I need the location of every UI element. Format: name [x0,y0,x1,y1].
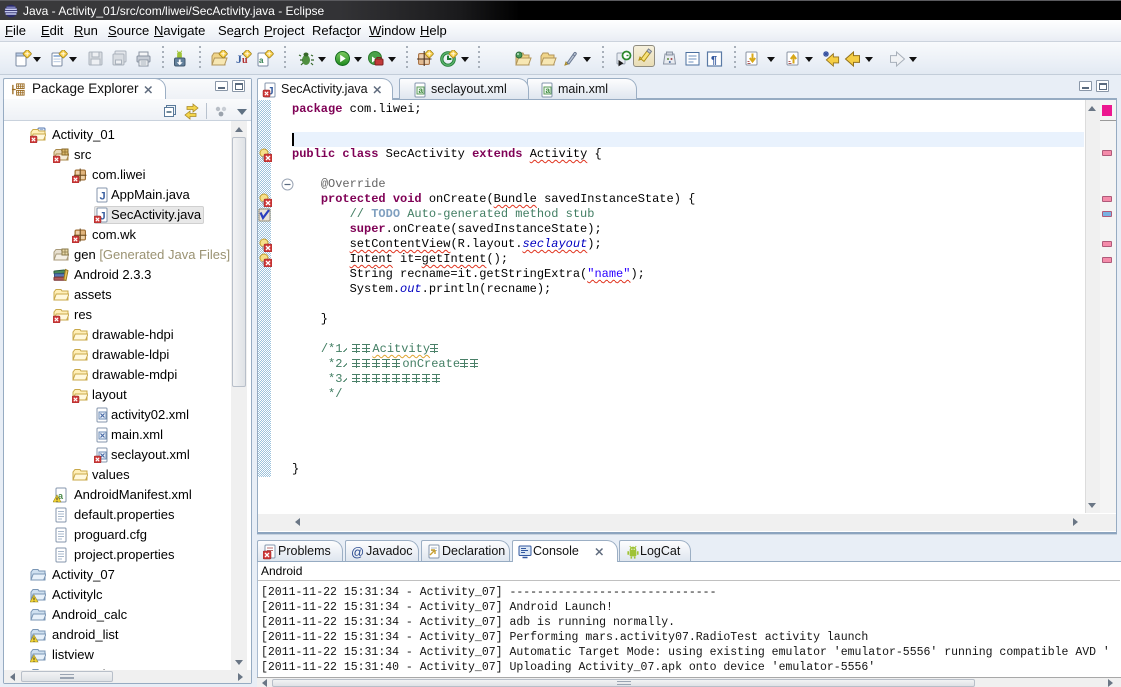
svg-text:J: J [100,191,106,203]
svg-text:a: a [546,86,551,95]
svg-text:@: @ [351,545,364,560]
svg-text:a: a [419,86,424,95]
svg-text:¶: ¶ [711,55,717,67]
svg-text:a: a [259,56,264,65]
